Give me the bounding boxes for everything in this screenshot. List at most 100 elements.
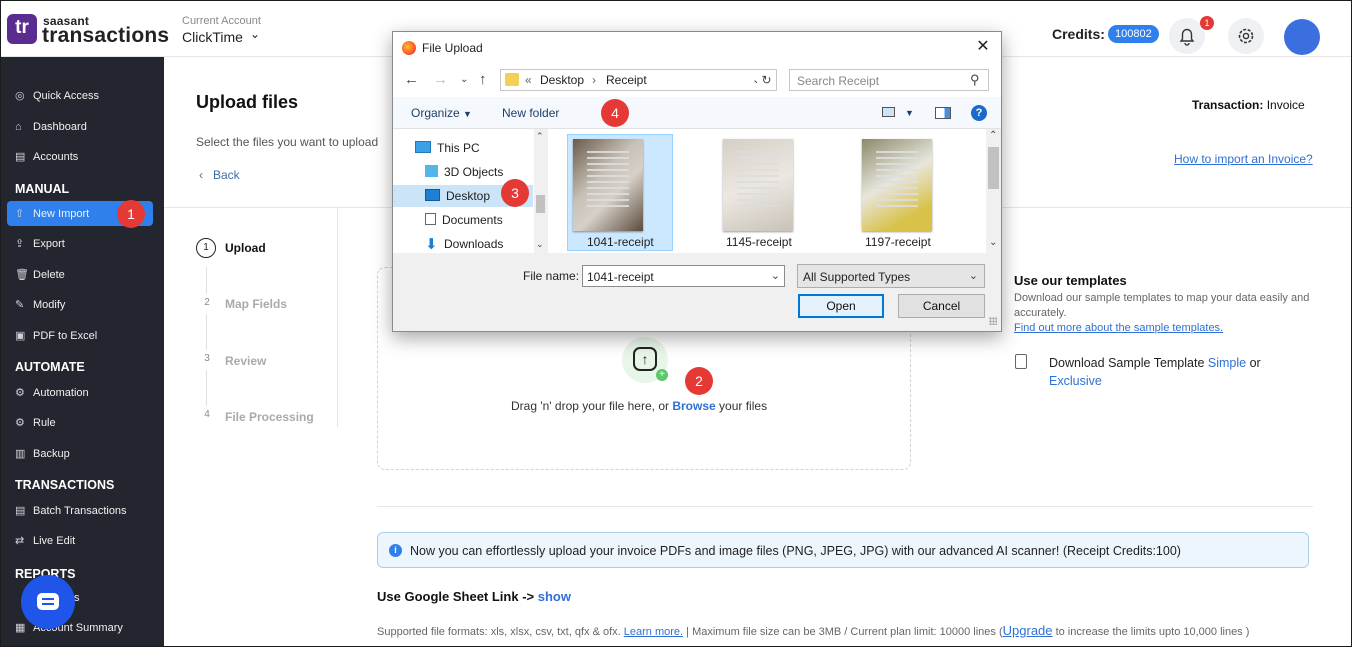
formats-prefix: Supported file formats: xls, xlsx, csv, …	[377, 626, 621, 638]
nav-item-documents[interactable]: Documents	[425, 209, 503, 231]
drop-suffix: your files	[719, 399, 768, 413]
folder-icon	[505, 73, 519, 86]
scroll-down-icon[interactable]: ⌄	[989, 237, 997, 248]
receipt-lines	[876, 151, 918, 211]
exclusive-template-link[interactable]: Exclusive	[1049, 374, 1102, 388]
sidebar-item-modify[interactable]: ✎ Modify	[15, 293, 65, 317]
recent-dropdown-icon[interactable]: ⌄	[460, 74, 468, 85]
sidebar-item-export[interactable]: ⇪ Export	[15, 232, 65, 256]
templates-info-link[interactable]: Find out more about the sample templates…	[1014, 322, 1223, 334]
resize-grip[interactable]	[989, 317, 997, 325]
chevron-down-icon: ⌄	[968, 270, 978, 282]
file-type-value: All Supported Types	[803, 270, 911, 284]
help-icon[interactable]: ?	[971, 105, 987, 121]
search-input[interactable]: Search Receipt ⚲	[789, 69, 989, 91]
annotation-badge-1: 1	[117, 200, 145, 228]
sidebar-item-label: Live Edit	[33, 535, 76, 547]
download-template-line: Download Sample Template Simple or	[1049, 356, 1261, 370]
sidebar-item-label: Batch Transactions	[33, 505, 127, 517]
caret-down-icon[interactable]: ▼	[905, 108, 914, 118]
sidebar-item-rule[interactable]: ⚙ Rule	[15, 411, 56, 435]
file-name-1145[interactable]: 1145-receipt	[726, 235, 792, 249]
sidebar-item-automation[interactable]: ⚙ Automation	[15, 381, 89, 405]
forward-arrow-icon[interactable]: →	[433, 71, 448, 88]
search-placeholder: Search Receipt	[797, 74, 880, 88]
sidebar-item-accounts[interactable]: ▤ Accounts	[15, 145, 78, 169]
step-number: 4	[197, 406, 217, 426]
path-receipt[interactable]: Receipt	[606, 73, 647, 87]
chat-button[interactable]	[21, 575, 75, 629]
drop-instructions: Drag 'n' drop your file here, or Browse …	[511, 399, 767, 413]
sidebar-item-pdf-to-excel[interactable]: ▣ PDF to Excel	[15, 324, 97, 348]
scroll-up-icon[interactable]: ⌃	[989, 130, 997, 141]
file-type-select[interactable]: All Supported Types ⌄	[797, 264, 985, 288]
organize-menu[interactable]: Organize ▼	[411, 106, 472, 120]
sidebar-item-delete[interactable]: 🗑 Delete	[15, 263, 65, 287]
back-link[interactable]: ‹ Back	[199, 168, 240, 182]
sidebar-item-label: PDF to Excel	[33, 330, 98, 342]
new-folder-button[interactable]: New folder	[502, 106, 559, 120]
scroll-down-icon[interactable]: ⌄	[536, 239, 544, 250]
scroll-up-icon[interactable]: ⌃	[536, 131, 544, 142]
file-view-scrollbar[interactable]: ⌃ ⌄	[986, 129, 1001, 253]
plus-icon: +	[656, 369, 668, 381]
app-logo-icon[interactable]: tr	[7, 14, 37, 44]
preview-pane-icon[interactable]	[935, 107, 951, 119]
step-number: 1	[196, 238, 216, 258]
nav-item-3d-objects[interactable]: 3D Objects	[425, 161, 503, 183]
nav-item-label: 3D Objects	[444, 165, 504, 179]
sidebar-item-quick-access[interactable]: ◎ Quick Access	[15, 84, 99, 108]
avatar[interactable]	[1284, 19, 1320, 55]
nav-item-downloads[interactable]: ⬇ Downloads	[425, 233, 503, 255]
file-thumbnail-1197[interactable]	[862, 139, 932, 231]
open-button[interactable]: Open	[798, 294, 884, 318]
sidebar-item-label: Backup	[33, 448, 70, 460]
nav-pane-scrollbar[interactable]: ⌃ ⌄	[534, 129, 547, 253]
file-name-input[interactable]: 1041-receipt ⌄	[582, 265, 785, 287]
file-thumbnail-1041[interactable]	[573, 139, 643, 231]
view-options-icon[interactable]	[882, 107, 895, 117]
search-icon: ⚲	[970, 72, 980, 87]
file-name-1041[interactable]: 1041-receipt	[587, 235, 654, 249]
trash-icon: 🗑	[15, 269, 29, 281]
live-edit-icon: ⇄	[15, 535, 25, 547]
import-icon: ⇧	[15, 208, 25, 220]
google-sheet-show-link[interactable]: show	[538, 589, 571, 604]
chevron-down-icon[interactable]: ⌄	[250, 27, 260, 41]
sidebar-item-new-import[interactable]: ⇧ New Import	[15, 202, 89, 226]
refresh-icon[interactable]: ↻	[757, 69, 777, 91]
documents-icon	[425, 213, 436, 225]
simple-template-link[interactable]: Simple	[1208, 356, 1246, 370]
step-upload: Upload	[225, 241, 266, 255]
nav-item-this-pc[interactable]: This PC	[415, 137, 480, 159]
learn-more-link[interactable]: Learn more.	[624, 626, 683, 638]
browse-link[interactable]: Browse	[672, 399, 715, 413]
cancel-button[interactable]: Cancel	[898, 294, 985, 318]
path-desktop[interactable]: Desktop	[540, 73, 584, 87]
step-file-processing: File Processing	[225, 410, 314, 424]
file-name-1197[interactable]: 1197-receipt	[865, 235, 931, 249]
account-selector[interactable]: ClickTime	[182, 29, 243, 45]
chevron-left-icon: ‹	[199, 168, 203, 182]
settings-button[interactable]	[1228, 18, 1264, 54]
address-bar[interactable]: « Desktop › Receipt ⌄	[500, 69, 770, 91]
close-icon[interactable]: ✕	[973, 37, 993, 57]
google-sheet-label: Use Google Sheet Link ->	[377, 589, 535, 604]
upload-icon[interactable]: ↑ +	[622, 337, 668, 383]
nav-item-desktop[interactable]: Desktop	[425, 185, 490, 207]
dialog-footer: File name: 1041-receipt ⌄ All Supported T…	[393, 253, 1001, 331]
back-arrow-icon[interactable]: ←	[404, 71, 419, 88]
sidebar-item-live-edit[interactable]: ⇄ Live Edit	[15, 529, 75, 553]
file-thumbnail-1145[interactable]	[723, 139, 793, 231]
up-arrow-icon[interactable]: ↑	[479, 71, 487, 88]
scroll-thumb[interactable]	[536, 195, 545, 213]
sidebar-item-batch-transactions[interactable]: ▤ Batch Transactions	[15, 499, 127, 523]
scroll-thumb[interactable]	[988, 147, 999, 189]
chevron-down-icon[interactable]: ⌄	[771, 269, 780, 282]
howto-link[interactable]: How to import an Invoice?	[1174, 152, 1313, 166]
step-number: 3	[197, 350, 217, 370]
sidebar-item-backup[interactable]: ▥ Backup	[15, 442, 70, 466]
upgrade-link[interactable]: Upgrade	[1003, 623, 1053, 638]
annotation-badge-3: 3	[501, 179, 529, 207]
sidebar-item-dashboard[interactable]: ⌂ Dashboard	[15, 115, 87, 139]
